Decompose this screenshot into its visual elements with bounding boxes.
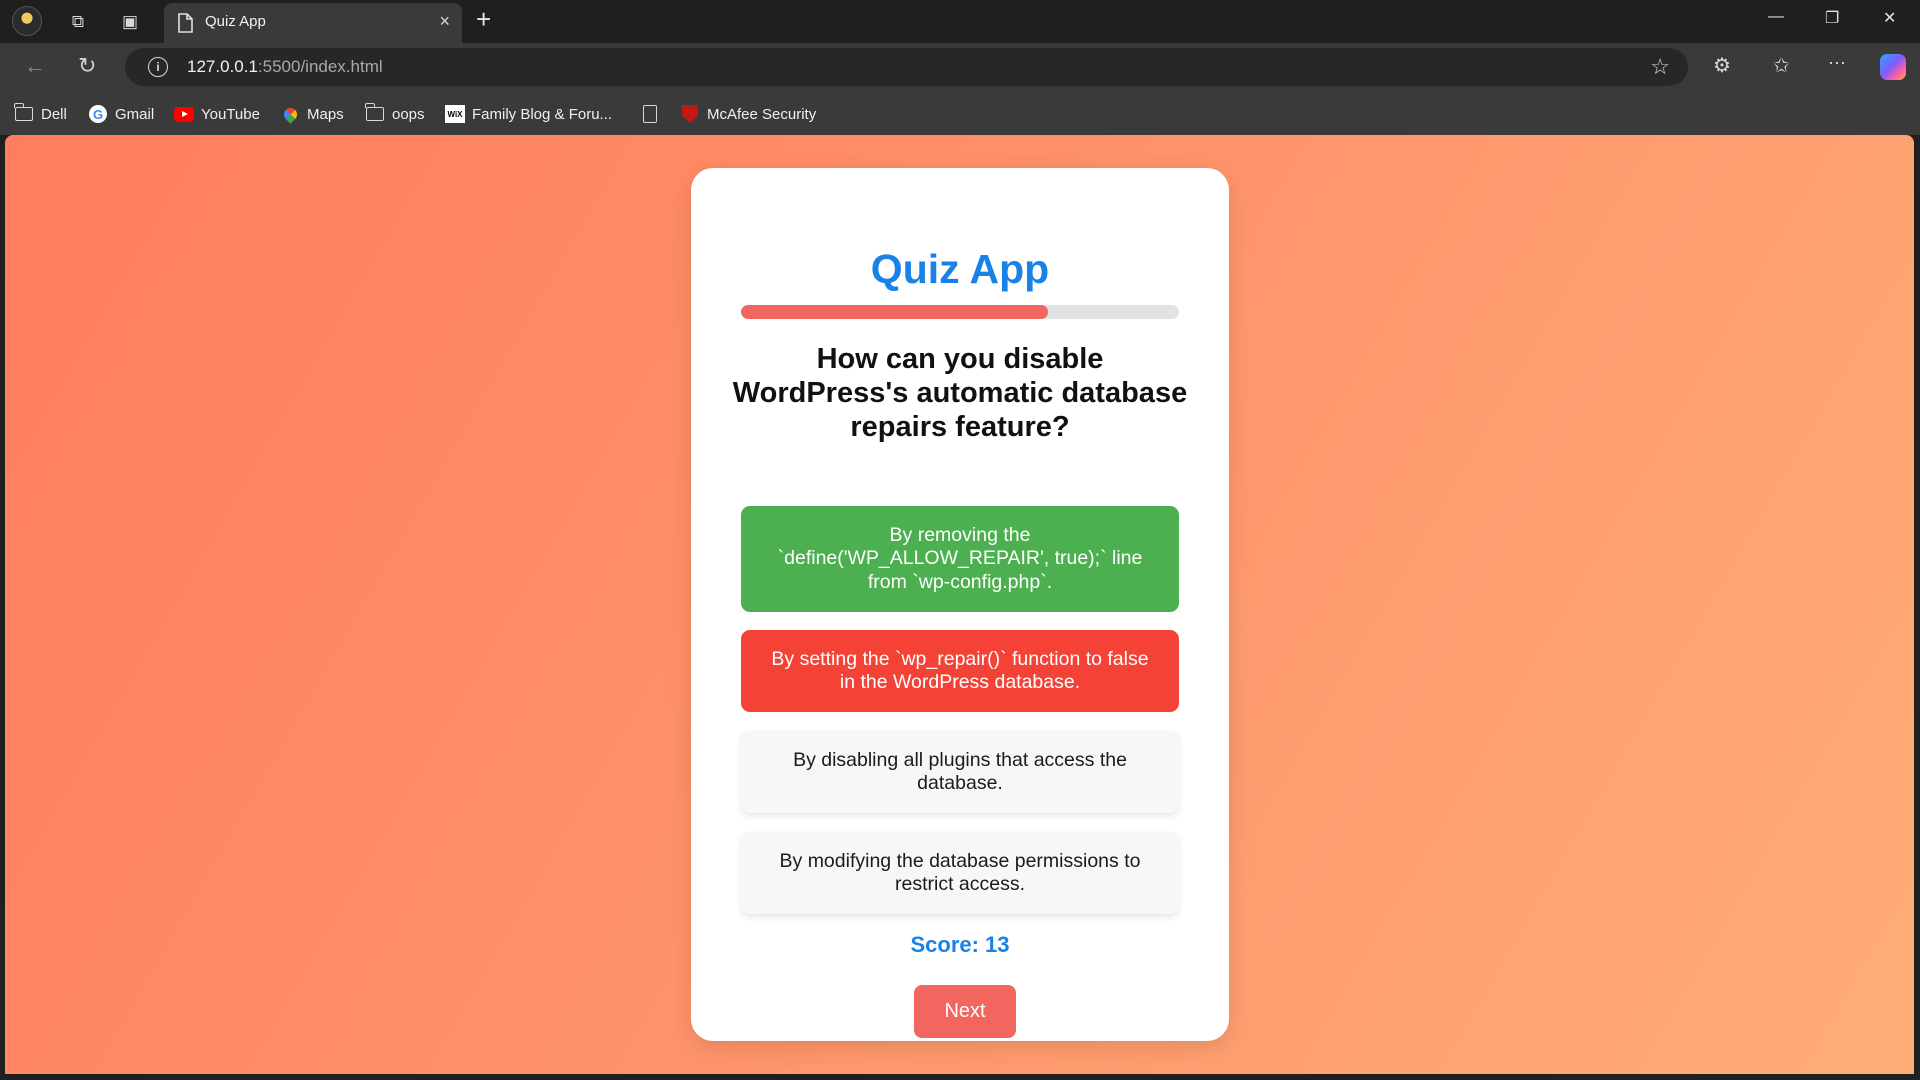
tab-title: Quiz App bbox=[205, 13, 266, 30]
answer-option-1[interactable]: By removing the `define('WP_ALLOW_REPAIR… bbox=[741, 506, 1179, 612]
bookmark-maps[interactable]: Maps bbox=[280, 104, 344, 124]
app-title: Quiz App bbox=[870, 246, 1050, 292]
page-icon bbox=[178, 13, 193, 33]
bookmark-oops[interactable]: oops bbox=[365, 103, 425, 124]
answer-option-4[interactable]: By modifying the database permissions to… bbox=[741, 832, 1179, 914]
bookmark-youtube[interactable]: YouTube bbox=[174, 104, 260, 124]
wix-icon: WiX bbox=[445, 105, 465, 123]
vertical-tabs-icon[interactable]: ▣ bbox=[116, 8, 144, 36]
bookmark-gmail[interactable]: G Gmail bbox=[88, 104, 154, 124]
quiz-card: Quiz App How can you disable WordPress's… bbox=[691, 168, 1229, 1041]
youtube-icon bbox=[174, 106, 194, 122]
profile-avatar[interactable] bbox=[12, 6, 42, 36]
browser-toolbar: ← ↻ i 127.0.0.1:5500/index.html ☆ ⚙ ✩ ⋯ bbox=[0, 43, 1920, 92]
answer-option-2[interactable]: By setting the `wp_repair()` function to… bbox=[741, 630, 1179, 712]
favorites-icon[interactable]: ✩ bbox=[1773, 53, 1790, 78]
extensions-icon[interactable]: ⚙ bbox=[1713, 53, 1731, 78]
bookmark-label: McAfee Security bbox=[707, 105, 817, 123]
page-viewport: Quiz App How can you disable WordPress's… bbox=[5, 135, 1914, 1074]
bookmarks-bar: Dell G Gmail YouTube Maps oops WiX Famil… bbox=[0, 92, 1920, 135]
url-host: 127.0.0.1 bbox=[187, 57, 258, 76]
back-icon[interactable]: ← bbox=[24, 53, 46, 79]
bookmark-label: YouTube bbox=[201, 105, 260, 123]
bookmark-label: oops bbox=[392, 105, 425, 123]
bookmark-family-blog[interactable]: WiX Family Blog & Foru... bbox=[445, 104, 612, 124]
question-text: How can you disable WordPress's automati… bbox=[732, 343, 1188, 443]
bookmark-label: Dell bbox=[41, 105, 67, 123]
address-url[interactable]: 127.0.0.1:5500/index.html bbox=[187, 57, 383, 77]
bookmark-dell[interactable]: Dell bbox=[14, 103, 67, 124]
bookmark-label: Maps bbox=[307, 105, 344, 123]
reload-icon[interactable]: ↻ bbox=[78, 53, 96, 79]
close-window-icon[interactable]: ✕ bbox=[1883, 8, 1896, 28]
workspaces-icon[interactable]: ⧉ bbox=[64, 8, 92, 36]
bookmark-label: Family Blog & Foru... bbox=[472, 105, 613, 123]
tab-quiz-app[interactable]: Quiz App × bbox=[164, 3, 462, 43]
bookmark-mcafee[interactable]: McAfee Security bbox=[680, 104, 816, 124]
maps-icon bbox=[280, 104, 300, 124]
url-path: :5500/index.html bbox=[257, 57, 383, 76]
bookmark-page[interactable] bbox=[640, 104, 667, 124]
copilot-icon[interactable] bbox=[1880, 54, 1906, 80]
bookmark-label: Gmail bbox=[115, 105, 155, 123]
folder-icon bbox=[14, 103, 33, 121]
folder-icon bbox=[365, 103, 384, 121]
address-bar[interactable]: i 127.0.0.1:5500/index.html ☆ bbox=[125, 48, 1688, 86]
score-text: Score: 13 bbox=[910, 932, 1010, 957]
page-icon bbox=[643, 105, 657, 123]
more-menu-icon[interactable]: ⋯ bbox=[1828, 53, 1846, 74]
mcafee-icon bbox=[682, 105, 698, 123]
new-tab-icon[interactable]: + bbox=[476, 4, 491, 35]
browser-titlebar: ⧉ ▣ Quiz App × + — ❐ ✕ bbox=[0, 0, 1920, 43]
favorite-star-icon[interactable]: ☆ bbox=[1650, 54, 1670, 80]
progress-bar-fill bbox=[741, 305, 1048, 319]
close-tab-icon[interactable]: × bbox=[439, 11, 450, 32]
site-info-icon[interactable]: i bbox=[148, 57, 168, 77]
google-icon: G bbox=[89, 105, 107, 123]
answer-option-3[interactable]: By disabling all plugins that access the… bbox=[741, 731, 1179, 813]
restore-icon[interactable]: ❐ bbox=[1825, 8, 1839, 28]
next-button[interactable]: Next bbox=[914, 985, 1016, 1038]
progress-bar bbox=[741, 305, 1179, 319]
minimize-icon[interactable]: — bbox=[1768, 8, 1784, 26]
